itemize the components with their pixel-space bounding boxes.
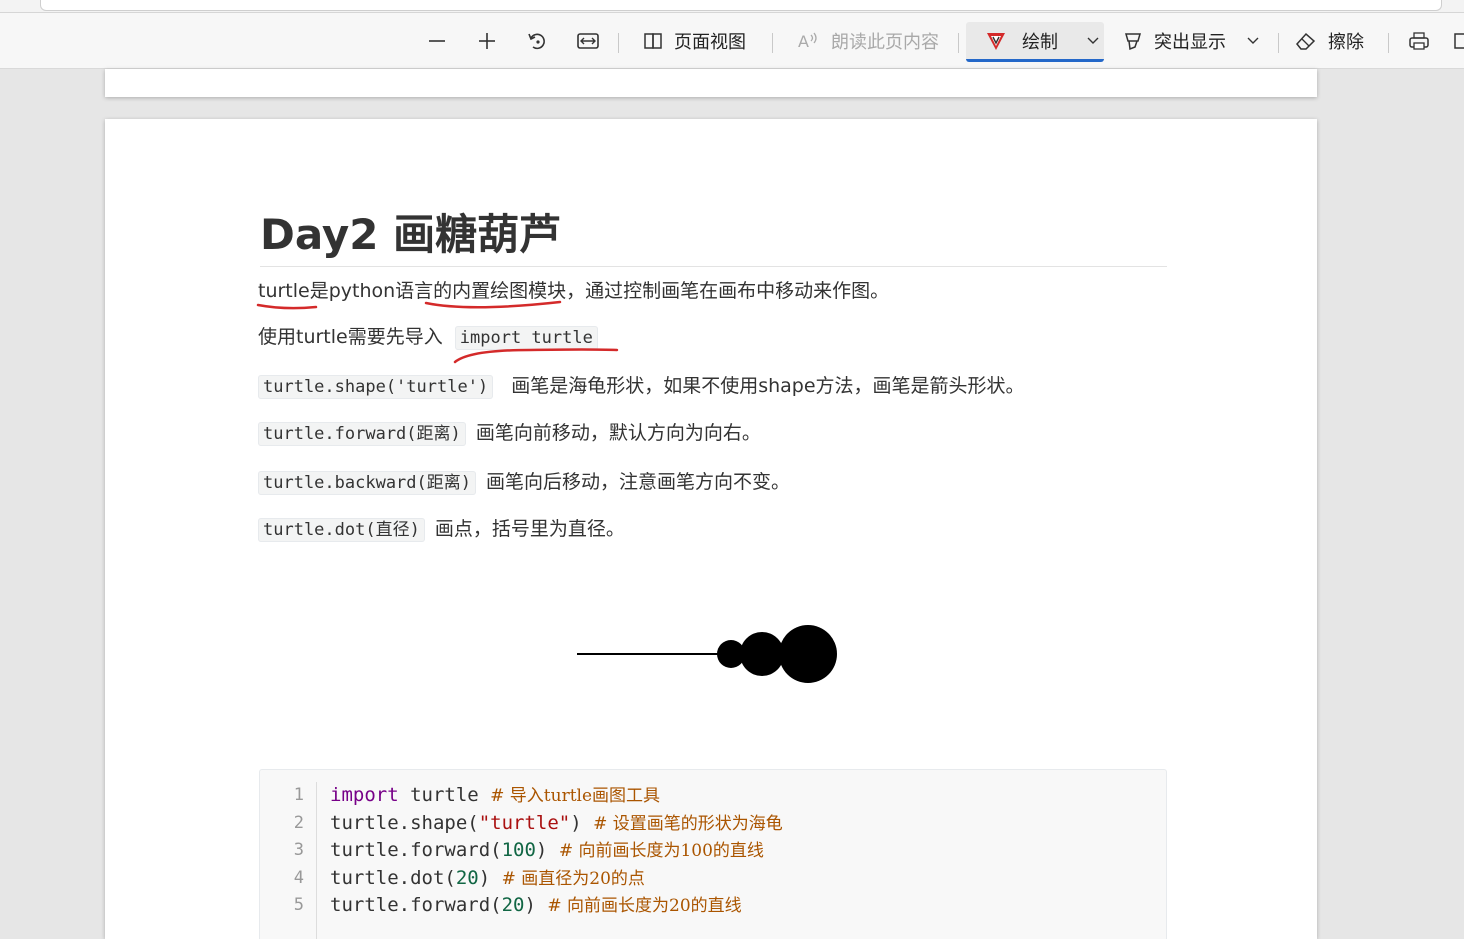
read-aloud-label: 朗读此页内容 — [831, 32, 939, 53]
more-button[interactable] — [1454, 23, 1464, 59]
highlight-label: 突出显示 — [1154, 32, 1226, 53]
chevron-down-icon[interactable] — [1086, 34, 1100, 48]
highlight-button[interactable]: 突出显示 — [1122, 23, 1260, 59]
line-number: 3 — [293, 840, 304, 860]
code-text: ) — [524, 894, 548, 916]
toolbar-divider — [1278, 33, 1279, 53]
draw-label: 绘制 — [1022, 31, 1058, 53]
code-number: 100 — [501, 839, 536, 861]
page-view-icon — [644, 33, 662, 49]
plus-icon — [479, 33, 495, 49]
shape-text: 画笔是海龟形状，如果不使用shape方法，画笔是箭头形状。 — [511, 375, 1025, 397]
dot-text: 画点，括号里为直径。 — [434, 518, 625, 540]
import-text: 使用turtle需要先导入 — [258, 326, 443, 348]
fit-width-button[interactable] — [576, 23, 600, 59]
code-number: 20 — [455, 866, 479, 889]
save-icon — [1454, 33, 1464, 49]
previous-page — [105, 69, 1317, 97]
code-text: turtle.forward( — [330, 839, 502, 861]
erase-button[interactable]: 擦除 — [1294, 23, 1364, 59]
toolbar-divider — [618, 33, 619, 53]
fit-width-icon — [577, 33, 599, 49]
print-button[interactable] — [1407, 23, 1431, 59]
code-text: ) — [535, 839, 559, 861]
keyword: import — [330, 784, 399, 806]
code-block: 1 2 3 4 5 import turtle # 导入turtle画图工具 t… — [259, 769, 1167, 939]
rotate-button[interactable] — [526, 23, 548, 59]
pdf-toolbar: 页面视图 A 朗读此页内容 绘制 突出显示 擦除 — [0, 13, 1464, 69]
code-line: turtle.forward(100) # 向前画长度为100的直线 — [330, 837, 783, 865]
inline-code-shape: turtle.shape('turtle') — [258, 375, 494, 399]
code-comment: # 导入turtle画图工具 — [490, 786, 661, 806]
code-text: turtle.forward( — [330, 894, 502, 916]
backward-text: 画笔向后移动，注意画笔方向不变。 — [486, 471, 791, 493]
code-text: ) — [478, 866, 502, 889]
code-comment: # 向前画长度为100的直线 — [558, 841, 764, 861]
line-number-gutter: 1 2 3 4 5 — [260, 782, 317, 939]
svg-text:A: A — [798, 32, 809, 51]
zoom-in-button[interactable] — [476, 23, 498, 59]
page-view-label: 页面视图 — [674, 32, 746, 53]
code-line: turtle.forward(20) # 向前画长度为20的直线 — [330, 892, 783, 920]
code-text: turtle — [398, 784, 491, 806]
paragraph-forward: turtle.forward(距离) 画笔向前移动，默认方向为向右。 — [258, 418, 761, 446]
forward-text: 画笔向前移动，默认方向为向右。 — [475, 422, 761, 444]
zoom-out-button[interactable] — [426, 23, 448, 59]
browser-top-strip — [0, 0, 1464, 13]
line-number: 2 — [293, 812, 304, 833]
inline-code-forward: turtle.forward(距离) — [258, 422, 466, 446]
toolbar-divider — [958, 33, 959, 53]
code-comment: # 向前画长度为20的直线 — [547, 896, 742, 916]
pen-icon — [987, 32, 1005, 50]
highlighter-icon — [1125, 33, 1141, 51]
paragraph-dot: turtle.dot(直径) 画点，括号里为直径。 — [258, 514, 625, 542]
read-aloud-button[interactable]: A 朗读此页内容 — [797, 23, 939, 59]
large-dot — [779, 625, 837, 683]
minus-icon — [429, 40, 445, 42]
code-line: turtle.dot(20) # 画直径为20的点 — [330, 865, 783, 893]
paragraph-intro: turtle是python语言的内置绘图模块，通过控制画笔在画布中移动来作图。 — [258, 280, 890, 302]
rotate-icon — [528, 33, 545, 50]
line-number: 1 — [293, 785, 304, 805]
toolbar-divider — [1388, 33, 1389, 53]
line-number: 4 — [293, 867, 304, 888]
address-bar[interactable] — [40, 0, 1442, 11]
inline-code-dot: turtle.dot(直径) — [258, 518, 425, 542]
erase-label: 擦除 — [1328, 32, 1364, 53]
paragraph-shape: turtle.shape('turtle') 画笔是海龟形状，如果不使用shap… — [258, 371, 1025, 399]
code-line: import turtle # 导入turtle画图工具 — [330, 782, 783, 810]
inline-code-import: import turtle — [454, 326, 598, 350]
line-number: 5 — [293, 895, 304, 915]
page-view-button[interactable]: 页面视图 — [642, 23, 746, 59]
code-text: turtle.shape( — [330, 811, 479, 834]
code-string: "turtle" — [478, 811, 571, 834]
code-text: turtle.dot( — [330, 866, 456, 889]
code-comment: # 画直径为20的点 — [501, 868, 645, 889]
code-text: ) — [570, 811, 594, 834]
document-page: Day2 画糖葫芦 turtle是python语言的内置绘图模块，通过控制画笔在… — [105, 119, 1317, 939]
draw-button[interactable]: 绘制 — [966, 22, 1104, 62]
inline-code-backward: turtle.backward(距离) — [258, 471, 476, 495]
code-comment: # 设置画笔的形状为海龟 — [593, 813, 783, 834]
code-line: turtle.shape("turtle") # 设置画笔的形状为海龟 — [330, 810, 783, 838]
eraser-icon — [1296, 32, 1316, 50]
paragraph-backward: turtle.backward(距离) 画笔向后移动，注意画笔方向不变。 — [258, 467, 791, 495]
medium-dot — [740, 632, 784, 676]
tanghulu-figure — [577, 625, 837, 683]
code-number: 20 — [501, 894, 525, 916]
page-title: Day2 画糖葫芦 — [260, 201, 1167, 267]
printer-icon — [1409, 32, 1429, 50]
chevron-down-icon[interactable] — [1246, 34, 1260, 48]
paragraph-import: 使用turtle需要先导入 import turtle — [258, 322, 598, 350]
toolbar-divider — [772, 33, 773, 53]
code-lines: import turtle # 导入turtle画图工具 turtle.shap… — [330, 782, 783, 920]
read-aloud-icon: A — [798, 32, 817, 51]
